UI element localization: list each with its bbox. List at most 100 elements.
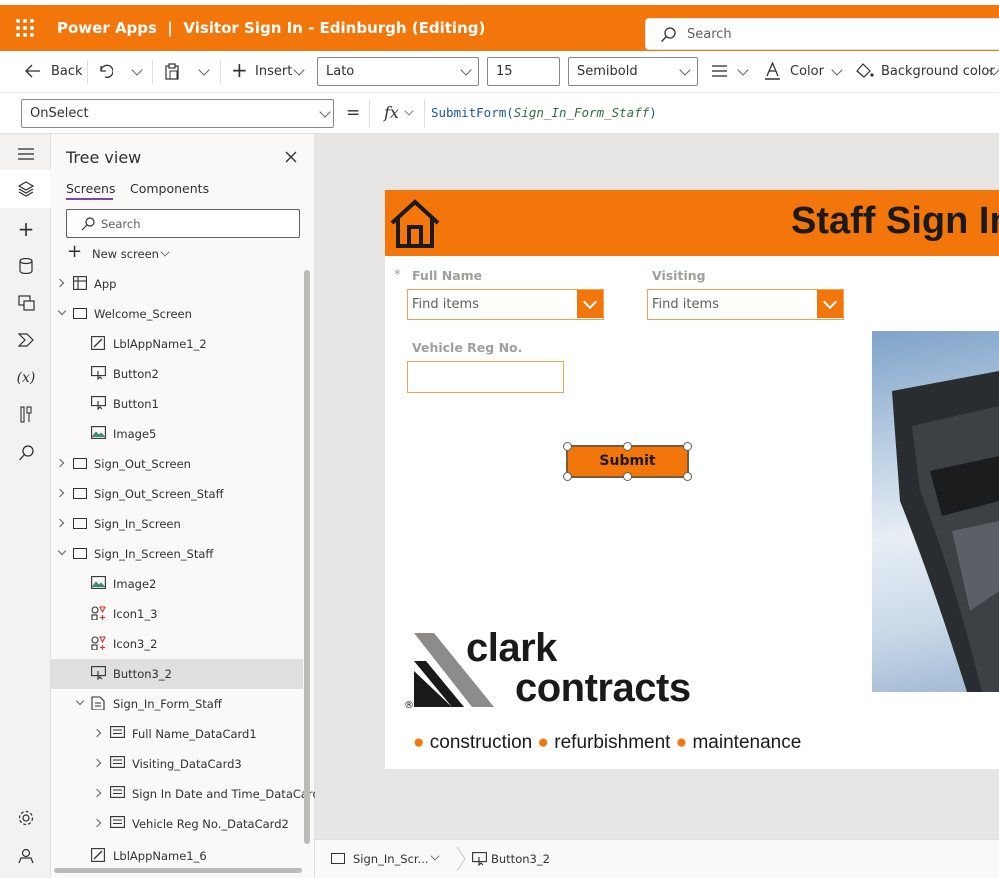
insert-button[interactable]: Insert	[255, 64, 292, 79]
chevron-right-icon[interactable]	[92, 788, 102, 798]
chevron-right-icon[interactable]	[55, 278, 65, 288]
search-placeholder: Search	[687, 27, 732, 42]
virtual-agent-icon[interactable]	[18, 848, 34, 864]
back-button[interactable]: Back	[51, 64, 83, 79]
command-bar: Back + Insert Lato 15 Semibold Color Bac…	[0, 51, 999, 93]
chevron-down-icon[interactable]	[577, 290, 603, 318]
resize-handle[interactable]	[683, 472, 692, 481]
align-chevron-icon[interactable]	[737, 64, 749, 76]
font-family-dropdown[interactable]: Lato	[317, 57, 479, 86]
resize-handle[interactable]	[563, 442, 572, 451]
color-chevron-icon[interactable]	[831, 64, 843, 76]
tree-item-datacard[interactable]: Full Name_DataCard1	[51, 719, 303, 749]
tree-item-welcome-screen[interactable]: Welcome_Screen	[51, 299, 303, 329]
undo-icon[interactable]	[97, 63, 113, 79]
tree-item-label: LblAppName1_2	[113, 337, 207, 351]
building-photo-image	[872, 331, 999, 692]
chevron-right-icon[interactable]	[92, 758, 102, 768]
tab-screens[interactable]: Screens	[66, 181, 116, 196]
insert-chevron-icon[interactable]	[293, 64, 305, 76]
tree-vertical-scrollbar[interactable]	[304, 270, 310, 844]
logo-tagline: ● construction ● refurbishment ● mainten…	[413, 732, 801, 754]
new-screen-button[interactable]: + New screen	[67, 241, 177, 264]
search-rail-icon[interactable]	[18, 445, 35, 462]
screen-icon	[331, 853, 345, 864]
plus-icon: +	[67, 241, 83, 262]
tree-view-rail-item[interactable]	[0, 170, 51, 208]
global-search-input[interactable]: Search	[645, 18, 999, 50]
tree-item-icon1-3[interactable]: Icon1_3	[51, 599, 303, 629]
tagline-maintenance: maintenance	[692, 732, 802, 753]
tree-item-image2[interactable]: Image2	[51, 569, 303, 599]
undo-dropdown-chevron-icon[interactable]	[131, 64, 143, 76]
resize-handle[interactable]	[563, 472, 572, 481]
breadcrumb-control[interactable]: Button3_2	[491, 852, 550, 866]
data-cylinder-icon[interactable]	[19, 258, 33, 274]
chevron-down-icon[interactable]	[817, 290, 843, 318]
chevron-down-icon	[319, 106, 331, 118]
tree-item-sign-in-screen[interactable]: Sign_In_Screen	[51, 509, 303, 539]
tree-item-sign-in-screen-staff[interactable]: Sign_In_Screen_Staff	[51, 539, 303, 569]
insert-rail-plus-icon[interactable]: +	[14, 218, 38, 240]
power-automate-icon[interactable]	[18, 333, 35, 347]
tree-item-datacard[interactable]: Sign In Date and Time_DataCard1	[51, 779, 327, 809]
formula-input[interactable]: SubmitForm(Sign_In_Form_Staff)	[431, 105, 657, 120]
chevron-down-icon[interactable]	[57, 306, 67, 316]
property-dropdown[interactable]: OnSelect	[21, 99, 334, 128]
vehicle-reg-input[interactable]	[407, 361, 564, 393]
tree-item-image5[interactable]: Image5	[51, 419, 303, 449]
tree-item-sign-in-form-staff[interactable]: Sign_In_Form_Staff	[51, 689, 303, 719]
variables-icon[interactable]: (x)	[14, 367, 38, 389]
chevron-down-icon[interactable]	[57, 546, 67, 556]
close-icon[interactable]	[285, 151, 297, 163]
tree-item-icon3-2[interactable]: Icon3_2	[51, 629, 303, 659]
tab-components[interactable]: Components	[130, 181, 209, 196]
paste-icon[interactable]	[164, 63, 180, 80]
building-silhouette	[892, 371, 999, 692]
chevron-right-icon[interactable]	[92, 818, 102, 828]
chevron-right-icon[interactable]	[55, 518, 65, 528]
font-weight-value: Semibold	[577, 64, 638, 79]
background-color-button[interactable]: Background color	[881, 64, 995, 79]
tree-item-sign-out-screen[interactable]: Sign_Out_Screen	[51, 449, 303, 479]
chevron-right-icon[interactable]	[55, 488, 65, 498]
hamburger-menu-icon[interactable]	[18, 148, 34, 160]
property-value: OnSelect	[30, 106, 89, 121]
chevron-down-icon[interactable]	[430, 851, 440, 861]
color-button[interactable]: Color	[790, 64, 824, 79]
search-placeholder: Search	[101, 217, 141, 231]
visiting-combobox[interactable]: Find items	[647, 289, 844, 320]
fx-button[interactable]: fx	[369, 99, 425, 128]
font-weight-dropdown[interactable]: Semibold	[568, 57, 698, 86]
tree-item-datacard[interactable]: Vehicle Reg No._DataCard2	[51, 809, 303, 839]
settings-gear-icon[interactable]	[18, 810, 34, 826]
tree-item-label-control[interactable]: LblAppName1_2	[51, 329, 303, 359]
media-icon[interactable]	[18, 295, 35, 311]
app-launcher-icon[interactable]	[16, 19, 34, 37]
visiting-label: Visiting	[652, 268, 706, 283]
resize-handle[interactable]	[683, 442, 692, 451]
chevron-right-icon[interactable]	[92, 728, 102, 738]
font-size-input[interactable]: 15	[487, 57, 560, 86]
resize-handle[interactable]	[623, 472, 632, 481]
new-screen-label: New screen	[92, 247, 159, 261]
tree-item-button2[interactable]: Button2	[51, 359, 303, 389]
paste-dropdown-chevron-icon[interactable]	[198, 64, 210, 76]
breadcrumb-screen[interactable]: Sign_In_Scr...	[353, 852, 429, 866]
tree-item-app[interactable]: App	[51, 269, 303, 299]
tree-item-button1[interactable]: Button1	[51, 389, 303, 419]
tree-view-title: Tree view	[66, 148, 142, 167]
advanced-tools-icon[interactable]	[20, 406, 32, 423]
text-align-icon[interactable]	[711, 64, 728, 78]
resize-handle[interactable]	[623, 442, 632, 451]
tree-item-button3-2-selected[interactable]: Button3_2	[51, 659, 303, 689]
chevron-down-icon[interactable]	[75, 696, 85, 706]
chevron-right-icon[interactable]	[55, 458, 65, 468]
tree-item-label-control[interactable]: LblAppName1_6	[51, 841, 303, 871]
tree-horizontal-scrollbar[interactable]	[54, 868, 302, 873]
tree-item-sign-out-screen-staff[interactable]: Sign_Out_Screen_Staff	[51, 479, 303, 509]
tree-item-datacard[interactable]: Visiting_DataCard3	[51, 749, 303, 779]
home-icon[interactable]	[389, 199, 441, 249]
tree-search-input[interactable]: Search	[66, 209, 300, 238]
full-name-combobox[interactable]: Find items	[407, 289, 604, 320]
